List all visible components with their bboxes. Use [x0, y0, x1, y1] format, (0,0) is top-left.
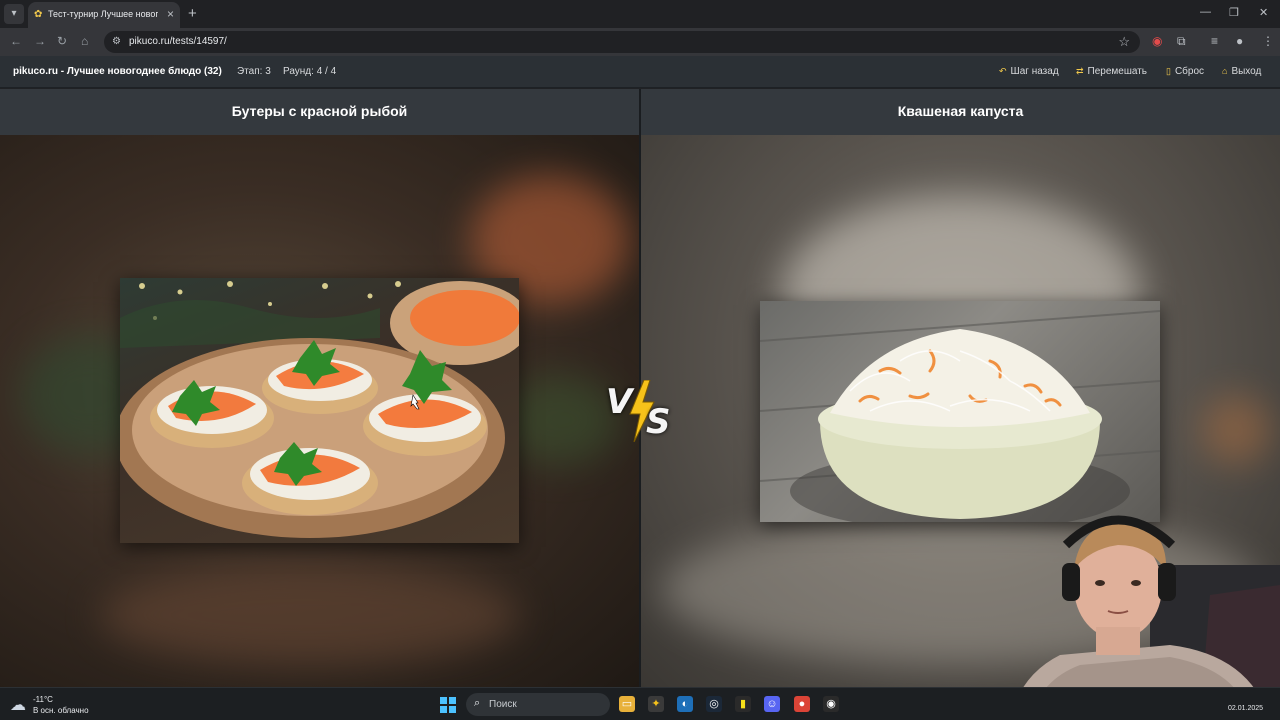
address-bar[interactable]: ⚙ pikuco.ru/tests/14597/ ☆ — [104, 31, 1140, 53]
browser-tab[interactable]: ✿ Тест-турнир Лучшее новогод... × — [28, 2, 180, 28]
tab-search-icon[interactable]: ▾ — [4, 4, 24, 24]
step-back-button[interactable]: ↶ Шаг назад — [999, 66, 1059, 77]
windows-start-icon[interactable] — [440, 697, 456, 713]
reload-icon[interactable]: ↻ — [57, 34, 67, 48]
salmon-canape-image — [120, 281, 519, 538]
step-back-label: Шаг назад — [1010, 66, 1059, 77]
weather-description[interactable]: В осн. облачно — [33, 706, 89, 715]
shuffle-button[interactable]: ⇄ Перемешать — [1076, 66, 1147, 77]
sauerkraut-image — [760, 310, 1160, 522]
site-header: pikuco.ru - Лучшее новогоднее блюдо (32)… — [0, 56, 1280, 88]
profile-icon[interactable]: ● — [1236, 34, 1243, 48]
browser-toolbar: ← → ↻ ⌂ ⚙ pikuco.ru/tests/14597/ ☆ ◉ ⧉ ≡… — [0, 28, 1280, 56]
windows-taskbar: ☁ -11°C В осн. облачно ⌕ Поиск ▭ ✦ ◐ ◎ ▮… — [0, 687, 1280, 720]
close-window-icon[interactable]: ✕ — [1259, 6, 1268, 19]
file-explorer-icon[interactable]: ▭ — [619, 696, 635, 712]
exit-label: Выход — [1231, 66, 1262, 77]
search-icon: ⌕ — [474, 697, 481, 709]
trash-icon: ▯ — [1166, 66, 1171, 76]
extension-icon[interactable]: ⧉ — [1177, 34, 1186, 49]
tab-title: Тест-турнир Лучшее новогод... — [48, 9, 158, 19]
browser-tab-strip: ▾ ✿ Тест-турнир Лучшее новогод... × + — … — [0, 0, 1280, 28]
favicon-icon: ✿ — [34, 9, 43, 20]
taskbar-search[interactable]: ⌕ Поиск — [466, 693, 610, 716]
left-option-title: Бутеры с красной рыбой — [231, 103, 408, 119]
home-icon[interactable]: ⌂ — [81, 34, 88, 48]
close-tab-icon[interactable]: × — [167, 7, 174, 21]
app-icon[interactable]: ▮ — [735, 696, 751, 712]
clock-date[interactable]: 02.01.2025 — [1228, 705, 1263, 712]
left-option-image[interactable] — [120, 278, 519, 543]
exit-button[interactable]: ⌂ Выход — [1222, 66, 1261, 77]
stage-label: Этап: 3 — [237, 66, 271, 77]
browser-edge-icon[interactable]: ◐ — [677, 696, 693, 712]
shuffle-label: Перемешать — [1087, 66, 1148, 77]
undo-icon: ↶ — [999, 66, 1007, 76]
site-info-icon[interactable]: ⚙ — [112, 36, 121, 47]
extension-badge-icon[interactable]: ◉ — [1152, 34, 1162, 48]
round-label: Раунд: 4 / 4 — [283, 66, 337, 77]
reset-label: Сброс — [1174, 66, 1205, 77]
star-icon[interactable]: ☆ — [1118, 34, 1130, 50]
shuffle-icon: ⇄ — [1076, 66, 1084, 76]
steam-icon[interactable]: ◎ — [706, 696, 722, 712]
vs-letter-s: S — [646, 402, 671, 442]
minimize-icon[interactable]: — — [1200, 6, 1211, 18]
media-icon[interactable]: ≡ — [1211, 34, 1218, 48]
exit-icon: ⌂ — [1222, 66, 1228, 76]
left-option-title-bar[interactable]: Бутеры с красной рыбой — [0, 89, 639, 135]
obs-icon[interactable]: ◉ — [823, 696, 839, 712]
right-option-title: Квашеная капуста — [897, 103, 1024, 119]
new-tab-icon[interactable]: + — [188, 5, 197, 22]
background-blur — [1201, 395, 1271, 465]
background-blur — [100, 565, 520, 665]
reset-button[interactable]: ▯ Сброс — [1166, 66, 1204, 77]
back-icon[interactable]: ← — [10, 34, 22, 48]
chrome-icon[interactable]: ● — [794, 696, 810, 712]
url-text[interactable]: pikuco.ru/tests/14597/ — [129, 36, 227, 47]
right-option-image[interactable] — [760, 301, 1160, 522]
weather-temperature[interactable]: -11°C — [33, 695, 53, 704]
right-option-title-bar[interactable]: Квашеная капуста — [641, 89, 1280, 135]
restore-icon[interactable]: ❐ — [1229, 6, 1239, 19]
cloud-icon[interactable]: ☁ — [10, 695, 26, 715]
left-option-panel[interactable] — [0, 135, 639, 687]
more-icon[interactable]: ⋮ — [1262, 34, 1274, 48]
versus-badge: V S — [604, 378, 678, 446]
page-title[interactable]: pikuco.ru - Лучшее новогоднее блюдо (32) — [13, 66, 222, 77]
discord-icon[interactable]: ☺ — [764, 696, 780, 712]
forward-icon[interactable]: → — [34, 34, 46, 48]
search-label: Поиск — [489, 699, 517, 710]
app-icon[interactable]: ✦ — [648, 696, 664, 712]
